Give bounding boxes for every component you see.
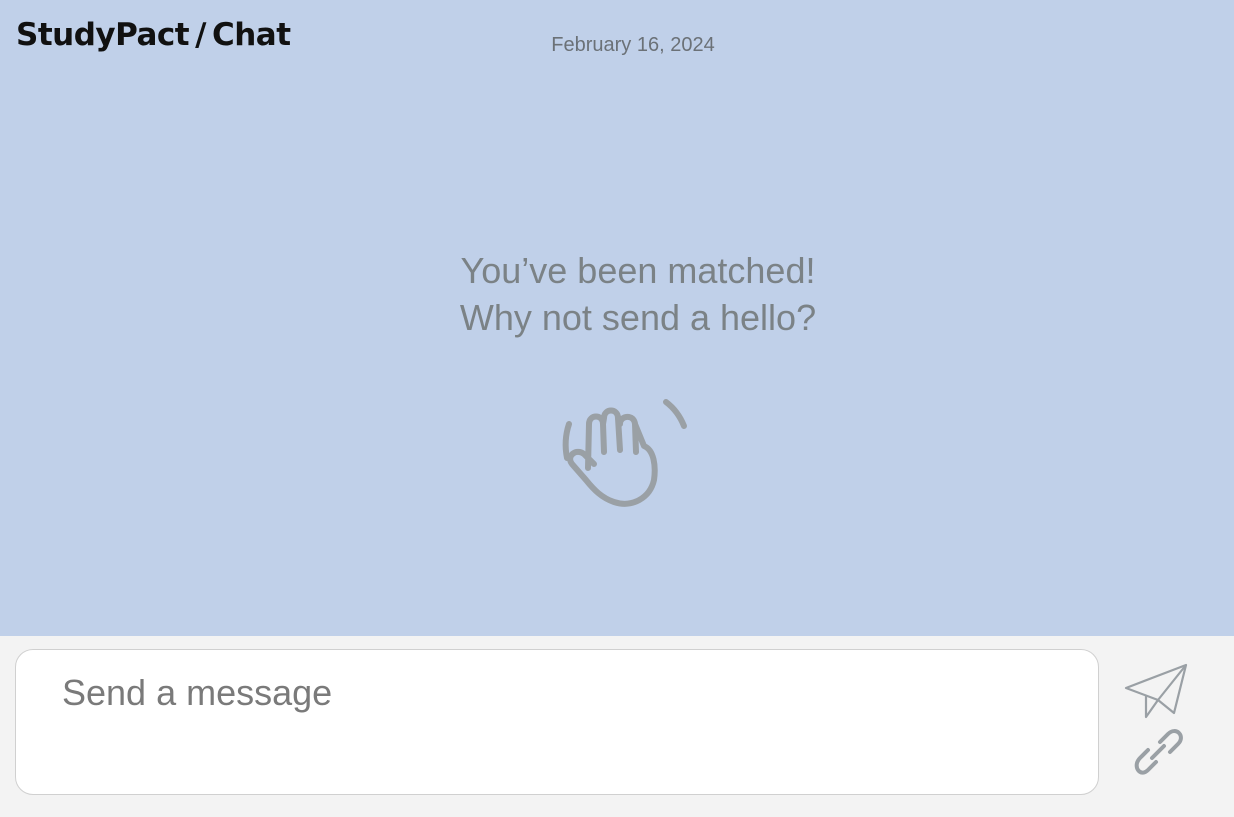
link-icon	[1126, 724, 1188, 780]
message-input[interactable]	[62, 672, 1072, 772]
attach-link-button[interactable]	[1126, 724, 1188, 780]
message-composer	[15, 649, 1099, 795]
date-divider: February 16, 2024	[551, 34, 715, 56]
paper-plane-icon	[1122, 662, 1192, 722]
send-button[interactable]	[1122, 662, 1192, 722]
empty-state-message: You’ve been matched! Why not send a hell…	[0, 247, 1234, 341]
chat-message-area: StudyPact / Chat February 16, 2024 You’ve …	[0, 0, 1234, 636]
wave-hand-icon	[558, 394, 692, 512]
empty-state-line-1: You’ve been matched!	[460, 250, 816, 291]
empty-state-line-2: Why not send a hello?	[459, 297, 817, 338]
chat-app: StudyPact / Chat February 16, 2024 You’ve …	[0, 0, 1234, 817]
